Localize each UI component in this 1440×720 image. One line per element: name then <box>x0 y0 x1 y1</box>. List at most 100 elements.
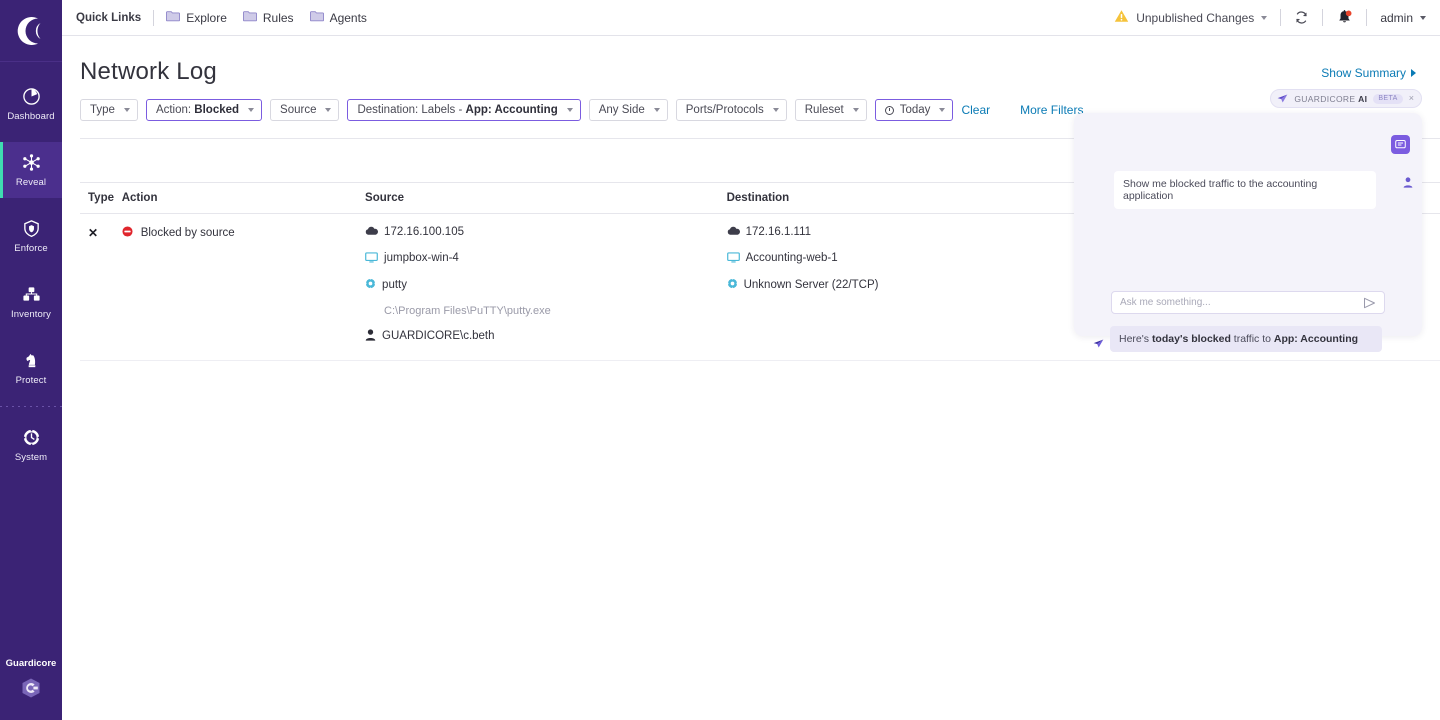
network-nodes-icon <box>22 152 41 172</box>
source-path: C:\Program Files\PuTTY\putty.exe <box>384 305 727 317</box>
divider <box>1366 9 1367 26</box>
chat-message-assistant: Here's today's blocked traffic to App: A… <box>1110 326 1382 352</box>
refresh-icon[interactable] <box>1294 10 1309 25</box>
filter-chip-label: Ruleset <box>805 104 844 116</box>
column-header-type[interactable]: Type <box>80 183 122 214</box>
sidebar-item-protect[interactable]: Protect <box>0 340 62 396</box>
source-process-label: putty <box>382 280 407 292</box>
filter-chip-destination[interactable]: Destination: Labels - App: Accounting <box>347 99 580 121</box>
quick-link-rules[interactable]: Rules <box>243 10 294 25</box>
akamai-wave-logo[interactable] <box>0 0 62 62</box>
filter-chip-type[interactable]: Type <box>80 99 138 121</box>
clock-icon <box>885 106 894 115</box>
sidebar-brand: Guardicore <box>0 658 62 704</box>
filter-chip-ruleset[interactable]: Ruleset <box>795 99 867 121</box>
sidebar-item-enforce[interactable]: Enforce <box>0 208 62 264</box>
quick-link-label: Agents <box>330 11 367 25</box>
user-menu[interactable]: admin <box>1380 11 1426 25</box>
divider <box>153 10 154 26</box>
filter-chip-any-side[interactable]: Any Side <box>589 99 668 121</box>
app-root: Dashboard Reveal Enf <box>0 0 1440 720</box>
monitor-icon <box>727 252 740 267</box>
cloud-icon <box>365 226 378 240</box>
destination-ip-label: 172.16.1.111 <box>746 227 811 239</box>
filter-chip-label: Source <box>280 104 316 116</box>
source-ip: 172.16.100.105 <box>365 226 727 240</box>
filter-chip-time[interactable]: Today <box>875 99 954 121</box>
column-header-destination[interactable]: Destination <box>727 183 1114 214</box>
page-title: Network Log <box>80 58 217 86</box>
clear-filters-button[interactable]: Clear <box>961 103 990 117</box>
unpublished-changes-label: Unpublished Changes <box>1136 11 1254 25</box>
sidebar-item-dashboard[interactable]: Dashboard <box>0 76 62 132</box>
shield-icon <box>22 218 41 238</box>
source-user-label: GUARDICORE\c.beth <box>382 331 494 343</box>
cloud-icon <box>727 226 740 240</box>
user-menu-label: admin <box>1380 11 1413 25</box>
blocked-circle-icon <box>122 226 133 240</box>
sidebar-item-label: Reveal <box>16 177 46 188</box>
chevron-down-icon <box>567 108 573 112</box>
guardicore-cube-icon <box>20 677 42 704</box>
cell-source: 172.16.100.105 jumpbox-win-4 <box>365 214 727 361</box>
sidebar-item-system[interactable]: System <box>0 417 62 473</box>
cell-action: Blocked by source <box>122 214 365 361</box>
divider <box>1322 9 1323 26</box>
column-header-source[interactable]: Source <box>365 183 727 214</box>
folder-icon <box>166 10 180 25</box>
sidebar-divider <box>0 406 62 407</box>
destination-process: Unknown Server (22/TCP) <box>727 278 1114 293</box>
chevron-down-icon <box>325 108 331 112</box>
source-host-label: jumpbox-win-4 <box>384 253 459 265</box>
filter-chip-source[interactable]: Source <box>270 99 339 121</box>
sidebar-item-inventory[interactable]: Inventory <box>0 274 62 330</box>
chat-input[interactable] <box>1120 297 1363 308</box>
main-content: Quick Links Explore Rules Agents <box>62 0 1440 720</box>
new-chat-icon[interactable] <box>1391 135 1410 154</box>
quick-link-agents[interactable]: Agents <box>310 10 367 25</box>
gear-icon <box>727 278 738 293</box>
destination-host-label: Accounting-web-1 <box>746 253 838 265</box>
gear-icon <box>22 427 41 447</box>
quick-link-label: Explore <box>186 11 227 25</box>
quick-link-explore[interactable]: Explore <box>166 10 227 25</box>
beta-badge: BETA <box>1373 94 1402 104</box>
source-process: putty <box>365 278 727 293</box>
chat-input-container[interactable] <box>1111 291 1385 314</box>
destination-ip: 172.16.1.111 <box>727 226 1114 240</box>
source-host: jumpbox-win-4 <box>365 252 727 267</box>
quick-links-label: Quick Links <box>76 12 141 24</box>
chat-message-user: Show me blocked traffic to the accountin… <box>1114 171 1376 209</box>
destination-host: Accounting-web-1 <box>727 252 1114 267</box>
filter-chip-label: Any Side <box>599 104 645 116</box>
user-avatar-icon <box>1403 175 1413 193</box>
more-filters-button[interactable]: More Filters <box>1020 103 1083 117</box>
chevron-down-icon <box>1420 16 1426 20</box>
page-header: Network Log Show Summary <box>62 36 1440 86</box>
chevron-down-icon <box>124 108 130 112</box>
column-header-action[interactable]: Action <box>122 183 365 214</box>
sidebar-item-label: Dashboard <box>7 111 54 122</box>
destination-process-label: Unknown Server (22/TCP) <box>744 280 879 292</box>
show-summary-link[interactable]: Show Summary <box>1321 58 1416 80</box>
chevron-down-icon <box>654 108 660 112</box>
filter-chip-label: Destination: Labels - App: Accounting <box>357 104 557 116</box>
send-icon[interactable] <box>1363 297 1376 309</box>
close-icon[interactable]: × <box>1409 94 1414 103</box>
source-user: GUARDICORE\c.beth <box>365 329 727 345</box>
folder-icon <box>243 10 257 25</box>
sidebar-nav: Dashboard Reveal Enf <box>0 76 62 483</box>
bell-icon[interactable] <box>1336 9 1353 26</box>
chevron-down-icon <box>939 108 945 112</box>
guardicore-ai-pill[interactable]: GUARDICORE AI BETA × <box>1270 89 1422 108</box>
unpublished-changes-button[interactable]: Unpublished Changes <box>1114 9 1267 26</box>
quick-link-label: Rules <box>263 11 294 25</box>
person-icon <box>365 329 376 345</box>
filter-chip-action[interactable]: Action: Blocked <box>146 99 262 121</box>
filter-chip-label: Today <box>900 104 931 116</box>
top-bar: Quick Links Explore Rules Agents <box>62 0 1440 36</box>
cell-type: ✕ <box>80 214 122 361</box>
sidebar-item-reveal[interactable]: Reveal <box>0 142 62 198</box>
filter-chip-ports-protocols[interactable]: Ports/Protocols <box>676 99 787 121</box>
ai-paperplane-icon <box>1093 335 1104 353</box>
